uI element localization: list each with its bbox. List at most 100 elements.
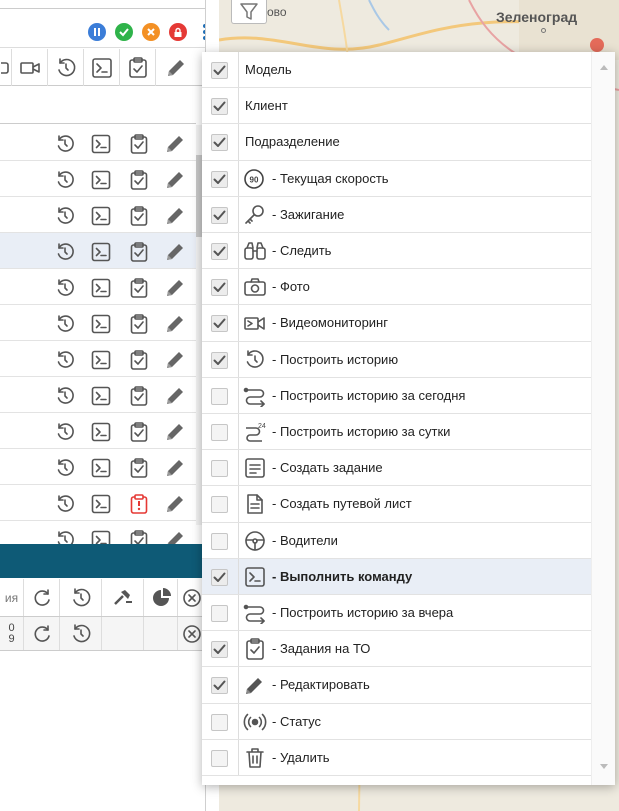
clipboard-check-icon[interactable] — [128, 385, 150, 407]
pencil-icon[interactable] — [164, 493, 186, 515]
column-checkbox[interactable] — [211, 279, 228, 297]
pencil-icon[interactable] — [164, 169, 186, 191]
menu-item-video[interactable]: - Видеомониторинг — [202, 305, 593, 342]
terminal-icon[interactable] — [90, 349, 112, 371]
column-checkbox[interactable] — [211, 351, 228, 369]
terminal-icon[interactable] — [90, 133, 112, 155]
clipboard-check-icon[interactable] — [128, 133, 150, 155]
menu-item-steering-wheel[interactable]: - Водители — [202, 522, 593, 559]
column-checkbox[interactable] — [211, 424, 228, 441]
column-checkbox[interactable] — [211, 98, 228, 116]
header-video-icon[interactable] — [12, 49, 48, 86]
history-icon[interactable] — [54, 205, 76, 227]
history-icon[interactable] — [54, 493, 76, 515]
menu-item-speed[interactable]: 90 - Текущая скорость — [202, 160, 593, 197]
terminal-icon[interactable] — [90, 169, 112, 191]
menu-scrollbar[interactable] — [591, 52, 615, 785]
column-checkbox[interactable] — [211, 749, 228, 767]
menu-item-route[interactable]: - Построить историю за вчера — [202, 595, 593, 632]
column-checkbox[interactable] — [211, 677, 228, 695]
menu-item-clipboard-check[interactable]: - Задания на ТО — [202, 631, 593, 668]
pencil-icon[interactable] — [164, 385, 186, 407]
header-cell-stub[interactable] — [0, 49, 12, 86]
header-terminal-icon[interactable] — [84, 49, 120, 86]
history-icon[interactable] — [54, 133, 76, 155]
close-circle-icon[interactable] — [142, 23, 160, 41]
table-row[interactable] — [0, 269, 196, 305]
menu-item-broadcast[interactable]: - Статус — [202, 703, 593, 740]
pencil-icon[interactable] — [164, 457, 186, 479]
table-row[interactable] — [0, 485, 196, 521]
menu-item-column-0[interactable]: Модель — [202, 52, 593, 89]
terminal-icon[interactable] — [90, 421, 112, 443]
clipboard-check-icon[interactable] — [128, 169, 150, 191]
history-icon[interactable] — [54, 457, 76, 479]
pie-chart-icon[interactable] — [144, 579, 178, 616]
close-circle-icon[interactable] — [178, 617, 205, 650]
menu-item-history[interactable]: - Построить историю — [202, 341, 593, 378]
terminal-icon[interactable] — [90, 241, 112, 263]
pencil-icon[interactable] — [164, 241, 186, 263]
refresh-icon[interactable] — [24, 579, 60, 616]
pencil-icon[interactable] — [164, 277, 186, 299]
terminal-icon[interactable] — [90, 457, 112, 479]
table-row[interactable] — [0, 161, 196, 197]
history-icon[interactable] — [54, 421, 76, 443]
history-icon[interactable] — [60, 579, 102, 616]
column-checkbox[interactable] — [211, 62, 228, 79]
map-filter-button[interactable] — [231, 0, 267, 24]
clipboard-check-icon[interactable] — [128, 241, 150, 263]
column-checkbox[interactable] — [211, 605, 228, 622]
clipboard-check-icon[interactable] — [128, 205, 150, 227]
terminal-icon[interactable] — [90, 277, 112, 299]
table-row[interactable] — [0, 341, 196, 377]
column-checkbox[interactable] — [211, 460, 228, 478]
table-row[interactable] — [0, 125, 196, 161]
clipboard-alert-icon[interactable] — [128, 493, 150, 515]
close-circle-icon[interactable] — [178, 579, 205, 616]
pencil-icon[interactable] — [164, 313, 186, 335]
terminal-icon[interactable] — [90, 313, 112, 335]
clipboard-check-icon[interactable] — [128, 349, 150, 371]
menu-item-trash[interactable]: - Удалить — [202, 739, 593, 776]
column-checkbox[interactable] — [211, 243, 228, 260]
terminal-icon[interactable] — [90, 205, 112, 227]
column-checkbox[interactable] — [211, 532, 228, 550]
bottom-grid-row[interactable]: 0 9 — [0, 617, 205, 651]
terminal-icon[interactable] — [90, 385, 112, 407]
history-icon[interactable] — [54, 241, 76, 263]
table-row[interactable] — [0, 233, 196, 269]
map-poi-icon[interactable] — [590, 38, 604, 52]
column-checkbox[interactable] — [211, 713, 228, 731]
menu-item-pencil[interactable]: - Редактировать — [202, 667, 593, 704]
header-pencil-icon[interactable] — [156, 49, 196, 86]
history-icon[interactable] — [60, 617, 102, 650]
history-icon[interactable] — [54, 169, 76, 191]
table-row[interactable] — [0, 305, 196, 341]
pencil-icon[interactable] — [164, 133, 186, 155]
hammer-icon[interactable] — [102, 579, 144, 616]
clipboard-check-icon[interactable] — [128, 457, 150, 479]
menu-item-terminal[interactable]: - Выполнить команду — [202, 558, 593, 595]
history-icon[interactable] — [54, 313, 76, 335]
header-clipboard-check-icon[interactable] — [120, 49, 156, 86]
pencil-icon[interactable] — [164, 421, 186, 443]
column-checkbox[interactable] — [211, 641, 228, 659]
menu-item-route[interactable]: - Построить историю за сегодня — [202, 377, 593, 414]
pencil-icon[interactable] — [164, 349, 186, 371]
header-history-icon[interactable] — [48, 49, 84, 86]
refresh-icon[interactable] — [24, 617, 60, 650]
column-checkbox[interactable] — [211, 387, 228, 405]
column-checkbox[interactable] — [211, 496, 228, 514]
column-checkbox[interactable] — [211, 206, 228, 224]
menu-item-key[interactable]: - Зажигание — [202, 196, 593, 233]
menu-item-route24[interactable]: 24 - Построить историю за сутки — [202, 414, 593, 451]
column-checkbox[interactable] — [211, 315, 228, 333]
table-row[interactable] — [0, 377, 196, 413]
pause-icon[interactable] — [88, 23, 106, 41]
history-icon[interactable] — [54, 349, 76, 371]
column-checkbox[interactable] — [211, 134, 228, 152]
table-row[interactable] — [0, 449, 196, 485]
table-row[interactable] — [0, 197, 196, 233]
table-row[interactable] — [0, 413, 196, 449]
